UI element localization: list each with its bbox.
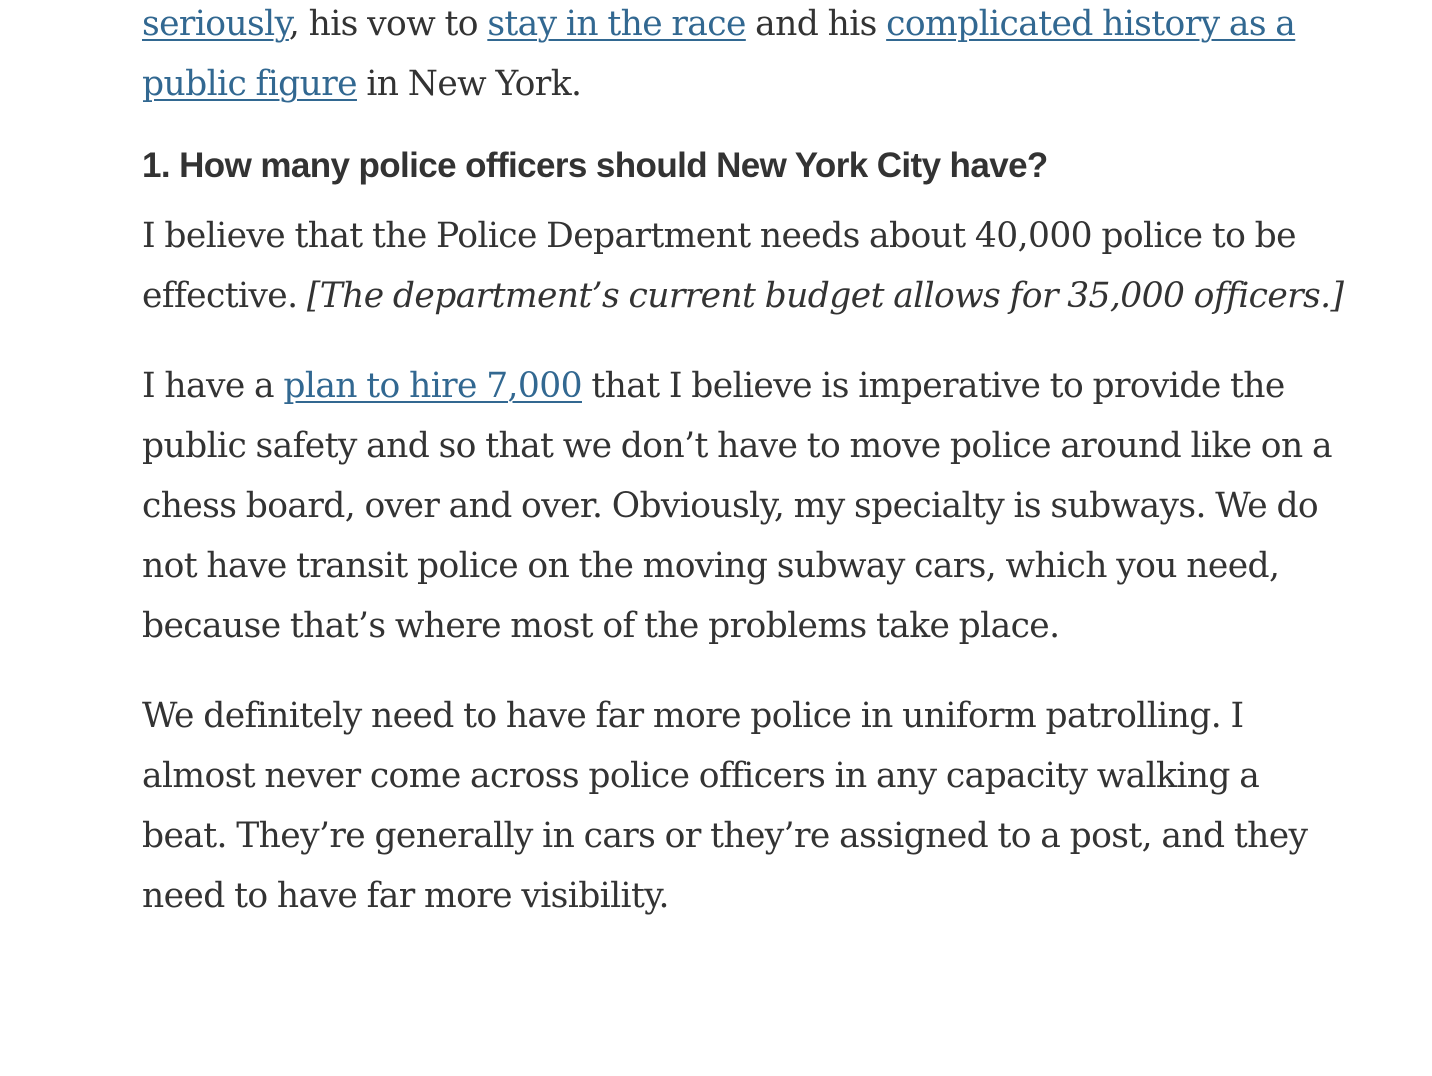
link-stay-in-the-race[interactable]: stay in the race xyxy=(487,4,746,44)
answer-paragraph-2: I have a plan to hire 7,000 that I belie… xyxy=(142,356,1352,656)
article-body: seriously, his vow to stay in the race a… xyxy=(142,0,1352,956)
intro-text-1: , his vow to xyxy=(288,4,488,44)
answer-paragraph-3: We definitely need to have far more poli… xyxy=(142,696,1308,916)
intro-text-3: in New York. xyxy=(356,64,582,104)
answer-2-text-before: I have a xyxy=(142,366,284,406)
intro-text-2: and his xyxy=(745,4,887,44)
link-plan-to-hire[interactable]: plan to hire 7,000 xyxy=(283,366,582,406)
editor-note: [The department’s current budget allows … xyxy=(306,276,1344,316)
link-seriously[interactable]: seriously xyxy=(142,4,289,44)
answer-paragraph-1: I believe that the Police Department nee… xyxy=(142,206,1352,326)
answer-2-text-after: that I believe is imperative to provide … xyxy=(142,366,1333,646)
question-heading: 1. How many police officers should New Y… xyxy=(142,146,1048,185)
intro-paragraph: seriously, his vow to stay in the race a… xyxy=(142,0,1352,114)
